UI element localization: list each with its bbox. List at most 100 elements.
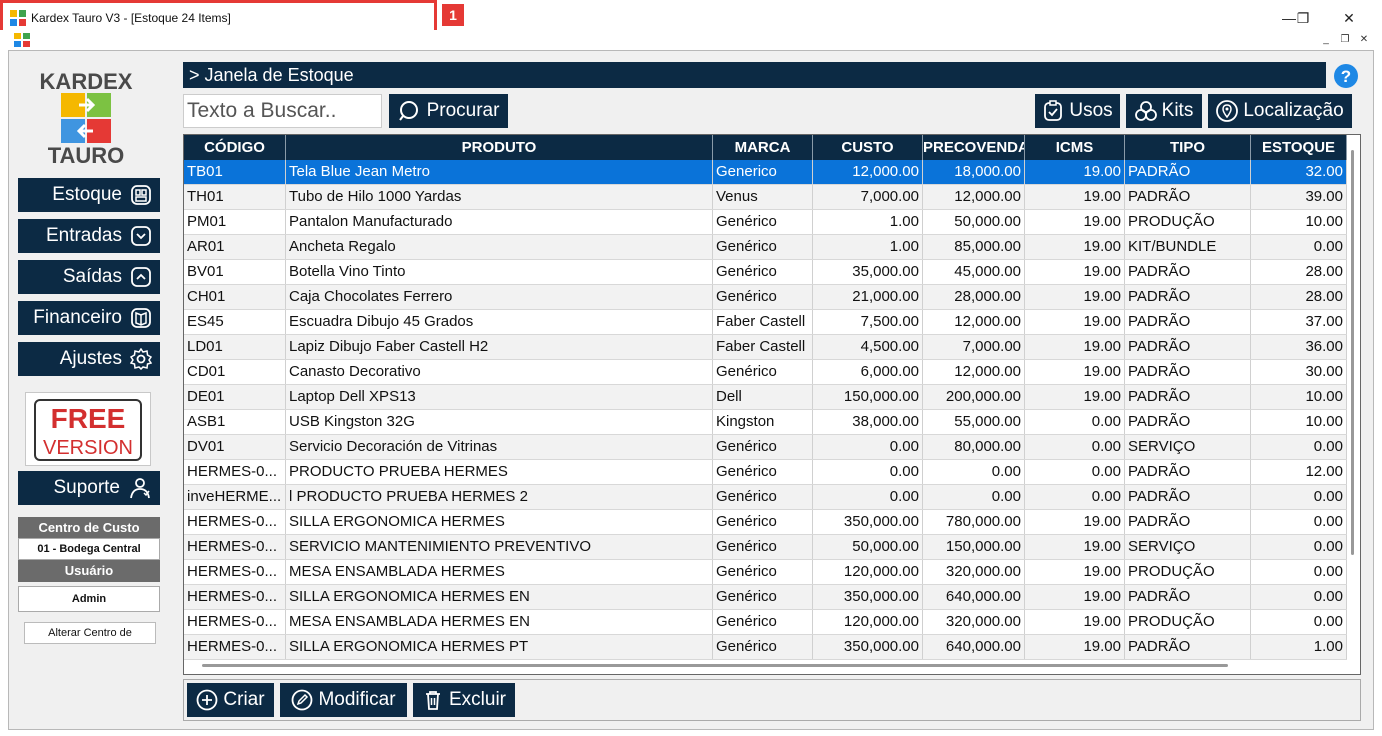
table-cell: PM01 xyxy=(184,210,286,234)
table-row[interactable]: DV01 Servicio Decoración de Vitrinas Genér… xyxy=(184,435,1347,460)
table-cell: 21,000.00 xyxy=(813,285,923,309)
delete-button[interactable]: Excluir xyxy=(413,683,515,717)
table-cell: 320,000.00 xyxy=(923,610,1025,634)
column-header[interactable]: ICMS xyxy=(1025,135,1125,160)
user-value: Admin xyxy=(18,586,160,612)
table-cell: PADRÃO xyxy=(1125,185,1251,209)
table-cell: 12.00 xyxy=(1251,460,1347,484)
table-cell: PRODUCTO PRUEBA HERMES xyxy=(286,460,713,484)
table-cell: HERMES-0... xyxy=(184,460,286,484)
free-version-frame: FREE VERSION xyxy=(34,399,142,461)
nav-saidas-button[interactable]: Saídas xyxy=(18,260,160,294)
table-cell: 200,000.00 xyxy=(923,385,1025,409)
usos-button[interactable]: Usos xyxy=(1035,94,1120,128)
table-row[interactable]: LD01 Lapiz Dibujo Faber Castell H2 Faber C… xyxy=(184,335,1347,360)
table-cell: 10.00 xyxy=(1251,210,1347,234)
column-header[interactable]: PRODUTO xyxy=(286,135,713,160)
table-cell: PADRÃO xyxy=(1125,360,1251,384)
table-row[interactable]: HERMES-0... MESA ENSAMBLADA HERMES Genéric… xyxy=(184,560,1347,585)
mdi-close-button[interactable]: ✕ xyxy=(1356,33,1372,47)
inbox-in-icon xyxy=(131,226,151,246)
table-cell: ES45 xyxy=(184,310,286,334)
table-cell: Genérico xyxy=(713,510,813,534)
nav-ajustes-button[interactable]: Ajustes xyxy=(18,342,160,376)
table-row[interactable]: HERMES-0... SILLA ERGONOMICA HERMES Genéri… xyxy=(184,510,1347,535)
free-version-badge[interactable]: FREE VERSION xyxy=(25,392,151,466)
table-cell: TB01 xyxy=(184,160,286,184)
table-row[interactable]: inveHERME... l PRODUCTO PRUEBA HERMES 2 Ge… xyxy=(184,485,1347,510)
table-cell: 35,000.00 xyxy=(813,260,923,284)
table-row[interactable]: CH01 Caja Chocolates Ferrero Genérico 21,00… xyxy=(184,285,1347,310)
table-cell: 150,000.00 xyxy=(923,535,1025,559)
table-cell: l PRODUCTO PRUEBA HERMES 2 xyxy=(286,485,713,509)
table-row[interactable]: TH01 Tubo de Hilo 1000 Yardas Venus 7,000.0… xyxy=(184,185,1347,210)
table-row[interactable]: CD01 Canasto Decorativo Genérico 6,000.00 12… xyxy=(184,360,1347,385)
table-cell: 640,000.00 xyxy=(923,635,1025,659)
logo-bottom-text: TAURO xyxy=(47,143,125,168)
column-header[interactable]: TIPO xyxy=(1125,135,1251,160)
modify-button[interactable]: Modificar xyxy=(280,683,407,717)
table-row[interactable]: PM01 Pantalon Manufacturado Genérico 1.00 50… xyxy=(184,210,1347,235)
table-cell: HERMES-0... xyxy=(184,535,286,559)
mdi-minimize-button[interactable]: _ xyxy=(1318,33,1334,47)
table-cell: PRODUÇÃO xyxy=(1125,560,1251,584)
table-row[interactable]: HERMES-0... SERVICIO MANTENIMIENTO PREVEN… xyxy=(184,535,1347,560)
table-cell: 0.00 xyxy=(1251,485,1347,509)
table-row[interactable]: HERMES-0... SILLA ERGONOMICA HERMES PT Gen… xyxy=(184,635,1347,660)
table-row[interactable]: DE01 Laptop Dell XPS13 Dell 150,000.00 200,0… xyxy=(184,385,1347,410)
localizacao-label: Localização xyxy=(1243,100,1344,121)
nav-estoque-button[interactable]: Estoque xyxy=(18,178,160,212)
kits-label: Kits xyxy=(1161,100,1194,121)
column-header[interactable]: CÓDIGO xyxy=(184,135,286,160)
change-cost-center-button[interactable]: Alterar Centro de xyxy=(24,622,156,644)
search-button[interactable]: Procurar xyxy=(389,94,508,128)
close-button[interactable]: ✕ xyxy=(1334,8,1364,28)
table-row[interactable]: HERMES-0... SILLA ERGONOMICA HERMES EN Gen… xyxy=(184,585,1347,610)
inventory-table[interactable]: CÓDIGO PRODUTO MARCA CUSTO PRECOVENDA ICMS TIP… xyxy=(183,134,1361,675)
table-row[interactable]: HERMES-0... PRODUCTO PRUEBA HERMES Genéric… xyxy=(184,460,1347,485)
table-cell: 19.00 xyxy=(1025,160,1125,184)
table-cell: 1.00 xyxy=(813,210,923,234)
page-title: > Janela de Estoque xyxy=(183,62,1326,88)
help-icon[interactable]: ? xyxy=(1333,63,1359,89)
table-cell: PADRÃO xyxy=(1125,510,1251,534)
column-header[interactable]: MARCA xyxy=(713,135,813,160)
mdi-restore-button[interactable]: ❐ xyxy=(1337,33,1353,47)
localizacao-button[interactable]: Localização xyxy=(1208,94,1352,128)
table-cell: 6,000.00 xyxy=(813,360,923,384)
table-cell: 19.00 xyxy=(1025,510,1125,534)
table-cell: PADRÃO xyxy=(1125,285,1251,309)
table-cell: HERMES-0... xyxy=(184,560,286,584)
table-cell: PADRÃO xyxy=(1125,385,1251,409)
column-header[interactable]: CUSTO xyxy=(813,135,923,160)
edit-icon xyxy=(292,689,313,711)
table-cell: PADRÃO xyxy=(1125,310,1251,334)
vertical-scrollbar[interactable] xyxy=(1351,150,1354,555)
table-row[interactable]: TB01 Tela Blue Jean Metro Generico 12,000.0… xyxy=(184,160,1347,185)
horizontal-scrollbar[interactable] xyxy=(202,664,1228,667)
maximize-button[interactable]: ❐ xyxy=(1288,8,1318,28)
column-header[interactable]: ESTOQUE xyxy=(1251,135,1347,160)
table-cell: Genérico xyxy=(713,635,813,659)
nav-entradas-button[interactable]: Entradas xyxy=(18,219,160,253)
table-cell: Canasto Decorativo xyxy=(286,360,713,384)
table-cell: 19.00 xyxy=(1025,235,1125,259)
support-button[interactable]: Suporte xyxy=(18,471,160,505)
kits-button[interactable]: Kits xyxy=(1126,94,1202,128)
create-button[interactable]: Criar xyxy=(187,683,274,717)
nav-financeiro-button[interactable]: Financeiro xyxy=(18,301,160,335)
table-cell: Genérico xyxy=(713,260,813,284)
table-cell: 0.00 xyxy=(1025,485,1125,509)
table-row[interactable]: ES45 Escuadra Dibujo 45 Grados Faber Caste… xyxy=(184,310,1347,335)
table-cell: Lapiz Dibujo Faber Castell H2 xyxy=(286,335,713,359)
table-row[interactable]: BV01 Botella Vino Tinto Genérico 35,000.00 4… xyxy=(184,260,1347,285)
table-cell: 37.00 xyxy=(1251,310,1347,334)
column-header[interactable]: PRECOVENDA xyxy=(923,135,1025,160)
table-cell: 0.00 xyxy=(1251,435,1347,459)
table-row[interactable]: AR01 Ancheta Regalo Genérico 1.00 85,000.00 1… xyxy=(184,235,1347,260)
search-input[interactable] xyxy=(183,94,382,128)
table-row[interactable]: ASB1 USB Kingston 32G Kingston 38,000.00 55,… xyxy=(184,410,1347,435)
table-cell: 10.00 xyxy=(1251,410,1347,434)
table-row[interactable]: HERMES-0... MESA ENSAMBLADA HERMES EN Gené… xyxy=(184,610,1347,635)
table-cell: 0.00 xyxy=(813,485,923,509)
